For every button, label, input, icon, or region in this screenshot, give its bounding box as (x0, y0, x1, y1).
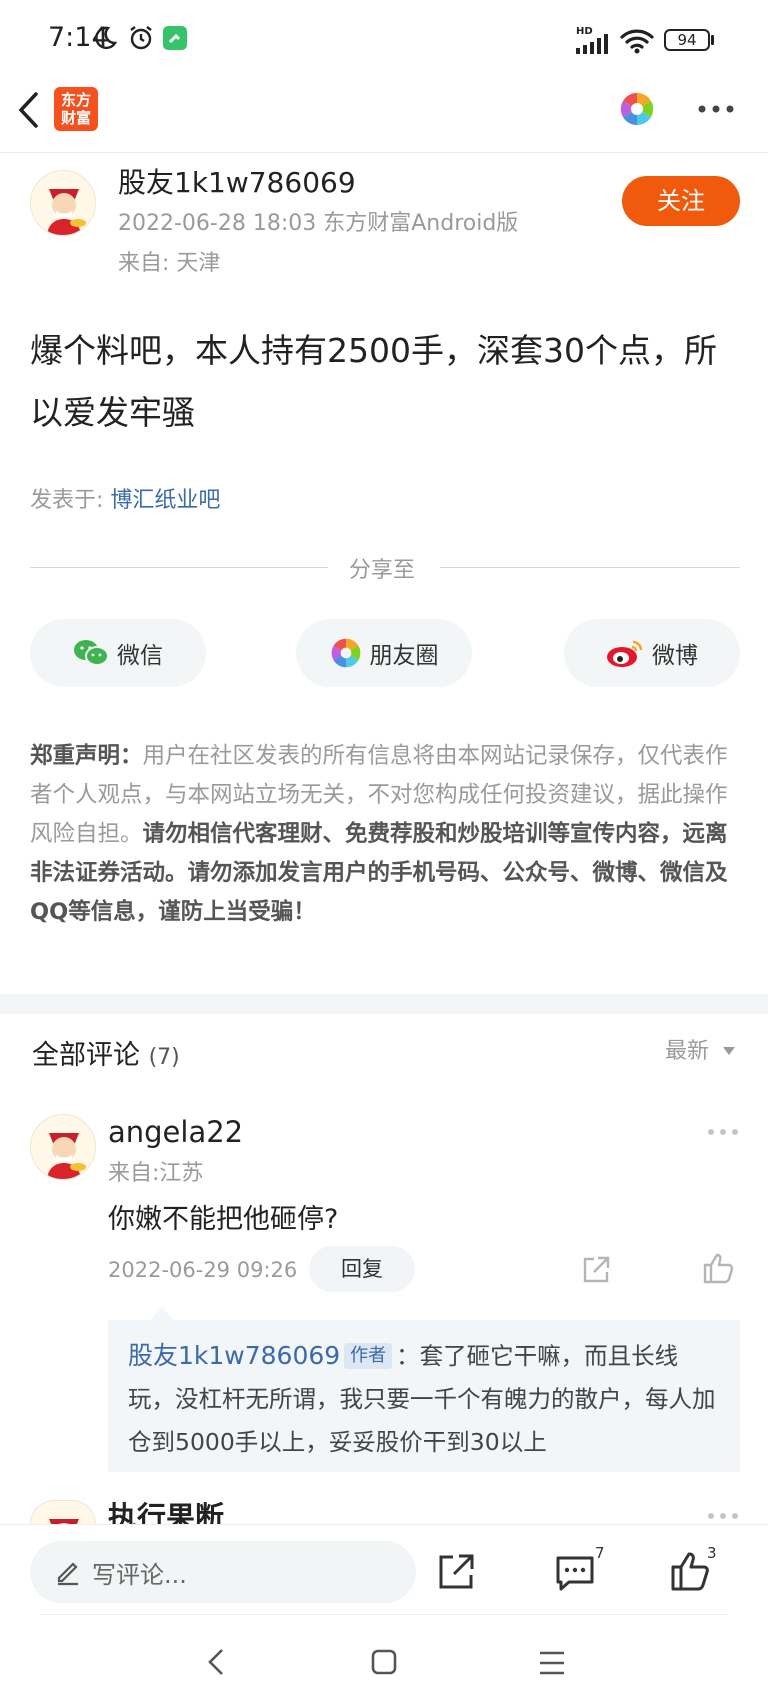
comments-count: (7) (148, 1045, 180, 1070)
share-weibo-label: 微博 (652, 643, 698, 669)
caret-down-icon (723, 1047, 736, 1055)
like-count: 3 (707, 1544, 717, 1562)
system-menu-icon[interactable] (538, 1650, 566, 1676)
share-wechat-button[interactable]: 微信 (30, 619, 206, 687)
alarm-icon (130, 26, 152, 50)
like-post-icon[interactable] (670, 1550, 710, 1592)
comment-more-icon[interactable] (707, 1128, 739, 1136)
god-of-wealth-avatar-icon (49, 1519, 79, 1524)
status-bar: 7:14 HD 94 (0, 0, 768, 84)
pencil-icon (57, 1562, 78, 1586)
post-location: 来自: 天津 (118, 251, 221, 276)
wifi-icon (620, 29, 654, 54)
comment-more-icon[interactable] (707, 1512, 739, 1520)
moments-icon (331, 638, 360, 668)
share-comment-icon[interactable] (581, 1255, 611, 1285)
author-badge: 作者 (344, 1343, 393, 1369)
write-comment-placeholder: 写评论... (92, 1560, 187, 1589)
section-separator (0, 994, 768, 1014)
divider-left (30, 567, 328, 568)
share-moments-button[interactable]: 朋友圈 (296, 619, 472, 687)
commenter-name[interactable]: 执行果断 (108, 1500, 224, 1524)
logo-text-bottom: 财富 (60, 109, 91, 127)
sort-label: 最新 (665, 1039, 710, 1064)
share-wechat-label: 微信 (117, 643, 163, 669)
wechat-icon (74, 640, 109, 666)
commenter-location: 来自:江苏 (108, 1161, 204, 1186)
comment-time: 2022-06-29 09:26 (108, 1258, 298, 1282)
author-avatar[interactable] (30, 170, 96, 236)
forum-link[interactable]: 博汇纸业吧 (110, 488, 220, 513)
disclaimer-label: 郑重声明： (30, 743, 143, 769)
comment-text: 你嫩不能把他砸停? (108, 1204, 339, 1235)
share-title: 分享至 (349, 558, 416, 583)
share-post-icon[interactable] (436, 1552, 476, 1592)
share-weibo-button[interactable]: 微博 (564, 619, 740, 687)
post-body: 爆个料吧，本人持有2500手，深套30个点，所以爱发牢骚 (30, 331, 717, 432)
system-home-icon[interactable] (370, 1648, 398, 1676)
moments-share-icon[interactable] (619, 91, 655, 127)
system-back-icon[interactable] (204, 1646, 228, 1678)
weibo-icon (607, 640, 643, 667)
god-of-wealth-avatar-icon (47, 189, 86, 235)
god-of-wealth-avatar-icon (47, 1133, 86, 1179)
divider-right (440, 567, 740, 568)
posted-in-label: 发表于: (30, 488, 111, 513)
app-notification-icon (163, 26, 187, 50)
like-comment-icon[interactable] (702, 1252, 734, 1284)
commenter-avatar[interactable] (30, 1114, 96, 1180)
follow-button[interactable]: 关注 (622, 176, 740, 226)
comments-title: 全部评论 (32, 1040, 140, 1071)
moon-icon (95, 26, 118, 50)
bottom-divider (40, 1614, 728, 1615)
author-reply: 股友1k1w786069 作者 ：套了砸它干嘛，而且长线玩，没杠杆无所谓，我只要一千… (108, 1320, 740, 1472)
legal-disclaimer: 郑重声明：用户在社区发表的所有信息将由本网站记录保存，仅代表作者个人观点，与本网… (30, 737, 742, 932)
battery-tip (711, 35, 714, 45)
reply-author-name[interactable]: 股友1k1w786069 (128, 1341, 340, 1370)
back-arrow-icon[interactable] (14, 90, 44, 130)
battery-indicator: 94 (664, 29, 710, 51)
comment-count: 7 (595, 1544, 605, 1562)
commenter-name[interactable]: angela22 (108, 1115, 243, 1149)
author-name[interactable]: 股友1k1w786069 (118, 161, 356, 201)
reply-button[interactable]: 回复 (309, 1246, 415, 1292)
comment-icon[interactable] (555, 1553, 595, 1593)
posted-in: 发表于: 博汇纸业吧 (30, 482, 220, 514)
write-comment-input[interactable]: 写评论... (30, 1541, 416, 1603)
share-moments-label: 朋友圈 (369, 643, 439, 669)
sort-dropdown[interactable]: 最新 (665, 1033, 736, 1065)
comments-header: 全部评论 (7) (32, 1033, 180, 1072)
signal-icon (576, 34, 608, 54)
app-logo: 东方 财富 (54, 87, 98, 131)
post-timestamp-source: 2022-06-28 18:03 东方财富Android版 (118, 211, 519, 236)
logo-text-top: 东方 (60, 91, 91, 109)
more-options-icon[interactable] (697, 104, 735, 114)
commenter-avatar[interactable] (30, 1500, 96, 1524)
reply-pointer (150, 1307, 174, 1321)
